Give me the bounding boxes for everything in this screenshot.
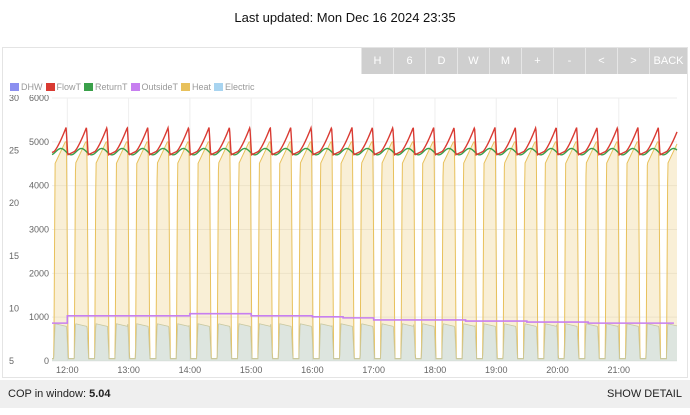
x-tick-label: 21:00: [608, 365, 631, 375]
y-right-tick-label: 3000: [29, 225, 49, 235]
cop-label: COP in window:: [8, 388, 87, 400]
zoom-in-button[interactable]: +: [521, 48, 553, 74]
cop-readout: COP in window: 5.04: [8, 388, 111, 400]
legend-item-returnt[interactable]: ReturnT: [84, 82, 128, 92]
time-range-toolbar: H 6 D W M + - < > BACK: [361, 48, 687, 74]
last-updated-text: Last updated: Mon Dec 16 2024 23:35: [234, 9, 456, 25]
legend-swatch: [84, 83, 93, 91]
x-tick-label: 17:00: [362, 365, 385, 375]
zoom-out-button[interactable]: -: [553, 48, 585, 74]
legend-swatch: [10, 83, 19, 91]
legend-item-outsidet[interactable]: OutsideT: [130, 82, 179, 92]
x-tick-label: 15:00: [240, 365, 263, 375]
legend-item-heat[interactable]: Heat: [181, 82, 211, 92]
legend-label: FlowT: [56, 82, 82, 92]
legend-swatch: [214, 83, 224, 91]
y-right-tick-label: 6000: [29, 95, 49, 103]
y-right-tick-label: 2000: [29, 268, 49, 278]
legend-item-dhw[interactable]: DHW: [10, 82, 43, 92]
chart-legend: DHW FlowT ReturnT OutsideT Heat Electric: [10, 82, 258, 92]
pan-left-button[interactable]: <: [585, 48, 617, 74]
x-tick-label: 12:00: [56, 365, 79, 375]
legend-swatch: [130, 83, 140, 91]
x-tick-label: 20:00: [546, 365, 569, 375]
legend-label: ReturnT: [95, 82, 128, 92]
legend-label: OutsideT: [141, 82, 179, 92]
y-left-tick-label: 30: [9, 95, 19, 103]
legend-swatch: [181, 83, 191, 91]
legend-swatch: [45, 83, 55, 91]
six-hour-button[interactable]: 6: [393, 48, 425, 74]
month-button[interactable]: M: [489, 48, 521, 74]
x-tick-label: 16:00: [301, 365, 324, 375]
y-left-tick-label: 10: [9, 303, 19, 313]
y-right-tick-label: 4000: [29, 181, 49, 191]
y-left-tick-label: 15: [9, 251, 19, 261]
cop-value: 5.04: [89, 388, 111, 400]
electric-series-area: [52, 323, 677, 361]
day-button[interactable]: D: [425, 48, 457, 74]
heat-pump-chart: 5 10 15 20 25 30 0 1000 2000 3000 4000 5000 6000 12:0…: [9, 95, 678, 375]
x-tick-label: 13:00: [117, 365, 140, 375]
legend-label: Electric: [225, 82, 255, 92]
x-tick-label: 14:00: [179, 365, 202, 375]
x-tick-label: 19:00: [485, 365, 508, 375]
legend-item-flowt[interactable]: FlowT: [45, 82, 82, 92]
hour-button[interactable]: H: [361, 48, 393, 74]
legend-item-electric[interactable]: Electric: [214, 82, 255, 92]
show-detail-button[interactable]: SHOW DETAIL: [607, 388, 682, 400]
y-left-tick-label: 20: [9, 198, 19, 208]
x-tick-label: 18:00: [424, 365, 447, 375]
legend-label: DHW: [21, 82, 43, 92]
y-left-tick-label: 5: [9, 356, 14, 366]
y-right-tick-label: 1000: [29, 312, 49, 322]
pan-right-button[interactable]: >: [617, 48, 649, 74]
y-left-tick-label: 25: [9, 146, 19, 156]
back-button[interactable]: BACK: [649, 48, 687, 74]
week-button[interactable]: W: [457, 48, 489, 74]
chart-panel: H 6 D W M + - < > BACK DHW FlowT ReturnT Ou…: [2, 47, 688, 378]
footer-bar: COP in window: 5.04 SHOW DETAIL: [0, 380, 690, 408]
y-right-tick-label: 5000: [29, 137, 49, 147]
legend-label: Heat: [192, 82, 212, 92]
y-right-tick-label: 0: [44, 356, 49, 366]
